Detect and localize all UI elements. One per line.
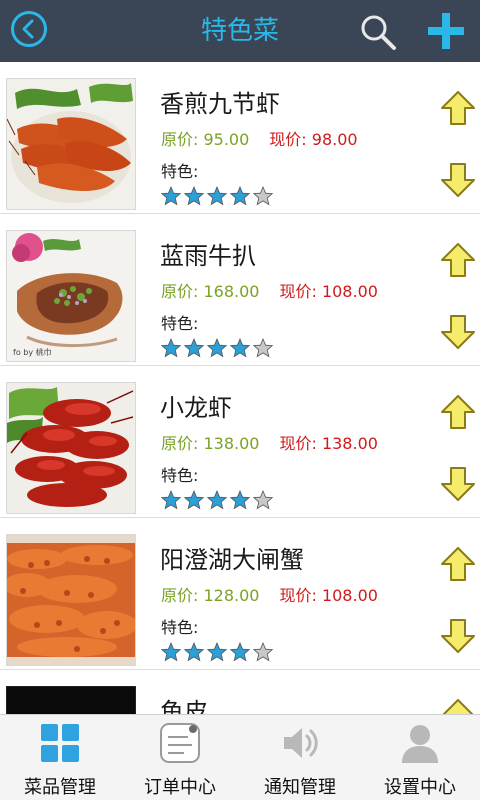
dish-list-item[interactable]: 阳澄湖大闸蟹 原价: 128.00 现价: 108.00 特色: xyxy=(0,518,480,670)
dish-feature-label: 特色: xyxy=(161,162,199,181)
dish-list-item[interactable]: fo by 桃巾 蓝雨牛扒 原价: 168.00 现价: 108.00 特色: xyxy=(0,214,480,366)
star-filled-icon xyxy=(161,186,181,206)
arrow-up-icon xyxy=(441,395,475,429)
arrow-down-icon xyxy=(441,163,475,197)
dish-feature-label: 特色: xyxy=(161,314,199,333)
star-empty-icon xyxy=(253,642,273,662)
move-up-button[interactable] xyxy=(440,698,476,714)
arrow-up-icon xyxy=(441,547,475,581)
dish-prices: 原价: 95.00 现价: 98.00 xyxy=(161,126,358,150)
plus-icon xyxy=(428,13,464,49)
star-filled-icon xyxy=(207,186,227,206)
star-filled-icon xyxy=(230,490,250,510)
nav-label: 设置中心 xyxy=(384,777,456,798)
current-price: 现价: 108.00 xyxy=(279,282,378,301)
top-bar: 特色菜 xyxy=(0,0,480,62)
arrow-up-icon xyxy=(442,699,474,714)
move-up-button[interactable] xyxy=(440,394,476,430)
order-list-icon xyxy=(160,723,200,763)
star-filled-icon xyxy=(161,490,181,510)
search-icon xyxy=(361,15,396,50)
move-up-button[interactable] xyxy=(440,242,476,278)
star-filled-icon xyxy=(207,490,227,510)
dish-photo xyxy=(6,534,136,666)
star-empty-icon xyxy=(253,186,273,206)
current-price: 现价: 108.00 xyxy=(279,586,378,605)
current-price: 现价: 138.00 xyxy=(279,434,378,453)
star-empty-icon xyxy=(253,338,273,358)
nav-label: 菜品管理 xyxy=(24,777,96,798)
original-price: 原价: 128.00 xyxy=(161,586,260,605)
grid-icon xyxy=(41,724,79,762)
star-empty-icon xyxy=(253,490,273,510)
page-title: 特色菜 xyxy=(200,16,279,46)
dish-prices: 原价: 168.00 现价: 108.00 xyxy=(161,278,378,302)
move-up-button[interactable] xyxy=(440,90,476,126)
nav-label: 订单中心 xyxy=(144,777,216,798)
current-price: 现价: 98.00 xyxy=(269,130,358,149)
nav-label: 通知管理 xyxy=(264,777,336,798)
dish-prices: 原价: 138.00 现价: 138.00 xyxy=(161,430,378,454)
dish-photo xyxy=(6,382,136,514)
star-filled-icon xyxy=(184,642,204,662)
star-filled-icon xyxy=(230,642,250,662)
arrow-down-icon xyxy=(441,619,475,653)
arrow-down-icon xyxy=(441,315,475,349)
rating-stars xyxy=(161,186,276,208)
move-up-button[interactable] xyxy=(440,546,476,582)
star-filled-icon xyxy=(184,490,204,510)
star-filled-icon xyxy=(161,642,181,662)
rating-stars xyxy=(161,338,276,360)
star-filled-icon xyxy=(230,186,250,206)
search-button[interactable] xyxy=(358,12,398,52)
dish-list-item[interactable]: 鱼皮 xyxy=(0,670,480,714)
user-icon xyxy=(402,725,438,763)
dish-name: 阳澄湖大闸蟹 xyxy=(160,546,304,574)
arrow-up-icon xyxy=(441,91,475,125)
dish-photo: fo by 桃巾 xyxy=(6,230,136,362)
bottom-nav: 菜品管理 订单中心 通知管理 设置中心 xyxy=(0,714,480,800)
star-filled-icon xyxy=(207,338,227,358)
dish-feature-label: 特色: xyxy=(161,466,199,485)
nav-item-dish-management[interactable]: 菜品管理 xyxy=(0,715,120,800)
star-filled-icon xyxy=(207,642,227,662)
dish-name: 鱼皮 xyxy=(160,698,208,714)
dish-feature-label: 特色: xyxy=(161,618,199,637)
speaker-icon xyxy=(284,728,318,758)
move-down-button[interactable] xyxy=(440,314,476,350)
nav-item-order-center[interactable]: 订单中心 xyxy=(120,715,240,800)
star-filled-icon xyxy=(184,338,204,358)
move-down-button[interactable] xyxy=(440,466,476,502)
star-filled-icon xyxy=(230,338,250,358)
move-down-button[interactable] xyxy=(440,162,476,198)
dish-name: 蓝雨牛扒 xyxy=(160,242,256,270)
dish-list-item[interactable]: 香煎九节虾 原价: 95.00 现价: 98.00 特色: xyxy=(0,62,480,214)
original-price: 原价: 95.00 xyxy=(161,130,250,149)
nav-item-settings-center[interactable]: 设置中心 xyxy=(360,715,480,800)
add-button[interactable] xyxy=(426,11,466,51)
dish-name: 香煎九节虾 xyxy=(160,90,280,118)
dish-photo xyxy=(6,78,136,210)
rating-stars xyxy=(161,642,276,664)
dish-prices: 原价: 128.00 现价: 108.00 xyxy=(161,582,378,606)
nav-item-notification-management[interactable]: 通知管理 xyxy=(240,715,360,800)
rating-stars xyxy=(161,490,276,512)
original-price: 原价: 168.00 xyxy=(161,282,260,301)
dish-list[interactable]: 香煎九节虾 原价: 95.00 现价: 98.00 特色: fo by 桃巾 蓝… xyxy=(0,62,480,714)
dish-list-item[interactable]: 小龙虾 原价: 138.00 现价: 138.00 特色: xyxy=(0,366,480,518)
arrow-down-icon xyxy=(441,467,475,501)
arrow-up-icon xyxy=(441,243,475,277)
star-filled-icon xyxy=(184,186,204,206)
star-filled-icon xyxy=(161,338,181,358)
move-down-button[interactable] xyxy=(440,618,476,654)
dish-photo xyxy=(6,686,136,714)
app-screen: 特色菜 香煎九节虾 原价: 95.00 现价: 98.00 特色: fo by … xyxy=(0,0,480,800)
svg-text:fo by 桃巾: fo by 桃巾 xyxy=(13,347,52,357)
original-price: 原价: 138.00 xyxy=(161,434,260,453)
dish-name: 小龙虾 xyxy=(160,394,232,422)
